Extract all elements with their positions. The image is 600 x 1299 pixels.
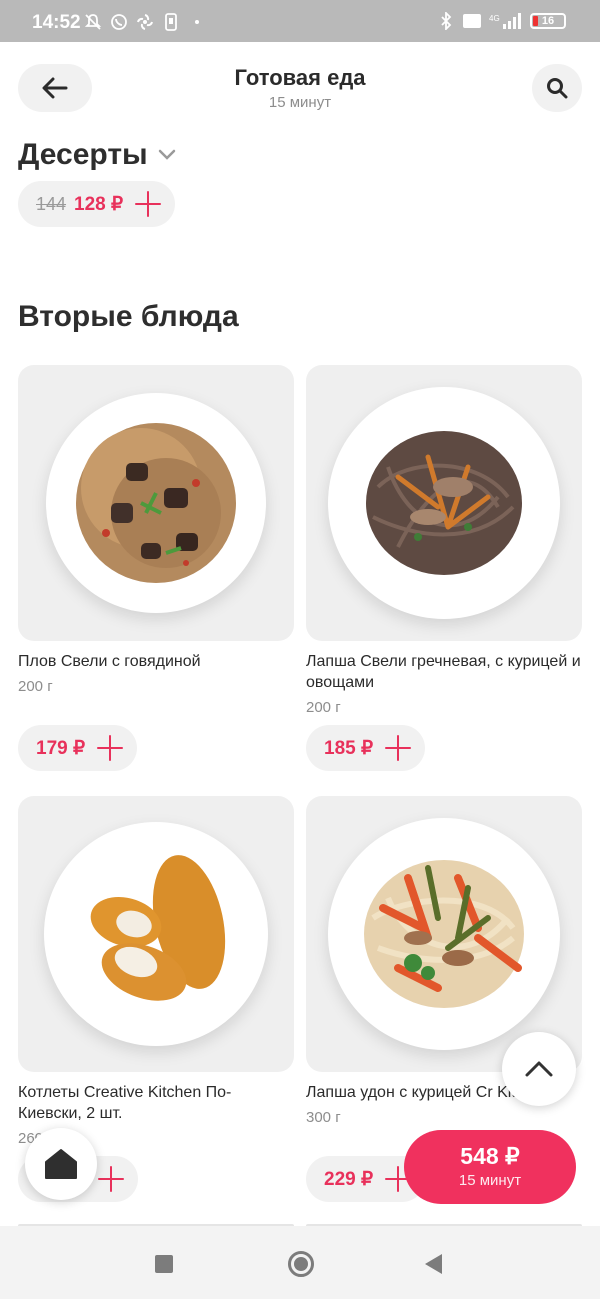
phone-icon bbox=[165, 13, 177, 31]
search-icon bbox=[547, 78, 568, 99]
mute-icon bbox=[84, 14, 102, 30]
cart-button[interactable]: 548 ₽ 15 минут bbox=[404, 1130, 576, 1204]
plus-icon bbox=[97, 735, 124, 761]
dessert-add-button[interactable]: 144 128 ₽ bbox=[18, 181, 176, 227]
status-bar: 14:52 4G 16 bbox=[0, 0, 600, 42]
status-right-icons: 4G 16 bbox=[437, 12, 566, 30]
cart-total: 548 ₽ bbox=[460, 1143, 520, 1169]
status-time: 14:52 bbox=[32, 12, 81, 33]
battery-level: 16 bbox=[541, 15, 555, 27]
price: 179 ₽ bbox=[36, 737, 86, 759]
product-card[interactable]: Лапша Свели гречневая, с курицей и овоща… bbox=[306, 365, 582, 716]
status-left-icons bbox=[84, 13, 206, 31]
category-dropdown[interactable]: Десерты bbox=[18, 138, 176, 172]
product-weight: 300 г bbox=[306, 1109, 341, 1126]
plus-icon bbox=[135, 191, 162, 217]
product-image[interactable] bbox=[18, 796, 294, 1072]
product-image[interactable] bbox=[306, 796, 582, 1072]
fan-icon bbox=[137, 14, 153, 30]
plate-image bbox=[46, 393, 266, 613]
whatsapp-icon bbox=[111, 14, 127, 30]
page-title: Готовая еда bbox=[234, 65, 366, 90]
plate-image bbox=[328, 818, 560, 1050]
dot-icon bbox=[195, 20, 199, 24]
chevron-up-icon bbox=[525, 1061, 553, 1077]
pilaf-image bbox=[76, 423, 236, 583]
plate-image bbox=[44, 822, 268, 1046]
cart-delivery-time: 15 минут bbox=[458, 1172, 522, 1189]
price: 185 ₽ bbox=[324, 737, 374, 759]
search-button[interactable] bbox=[532, 64, 582, 112]
section-title: Вторые блюда bbox=[18, 300, 239, 333]
plate-image bbox=[328, 387, 560, 619]
product-name: Лапша Свели гречневая, с курицей и овоща… bbox=[306, 653, 581, 691]
product-name: Плов Свели с говядиной bbox=[18, 653, 201, 670]
price: 229 ₽ bbox=[324, 1168, 374, 1190]
product-name: Котлеты Creative Kitchen По-Киевски, 2 ш… bbox=[18, 1084, 232, 1122]
add-to-cart-button[interactable]: 179 ₽ bbox=[18, 725, 138, 771]
product-weight: 200 г bbox=[18, 678, 53, 695]
product-card[interactable]: Плов Свели с говядиной 200 г bbox=[18, 365, 294, 695]
back-triangle-icon[interactable] bbox=[425, 1254, 442, 1274]
product-card[interactable]: Котлеты Creative Kitchen По-Киевски, 2 ш… bbox=[18, 796, 294, 1147]
add-to-cart-button[interactable]: 185 ₽ bbox=[306, 725, 426, 771]
product-weight: 200 г bbox=[306, 699, 341, 716]
back-button[interactable] bbox=[18, 64, 92, 112]
arrow-left-icon bbox=[42, 77, 68, 99]
old-price: 144 bbox=[36, 193, 67, 214]
category-title: Десерты bbox=[18, 138, 148, 171]
chevron-down-icon bbox=[158, 149, 175, 160]
delivery-time: 15 минут bbox=[268, 94, 332, 111]
noodles-image bbox=[366, 431, 522, 575]
udon-image bbox=[364, 860, 524, 1008]
recents-icon[interactable] bbox=[155, 1255, 173, 1273]
home-circle-icon[interactable] bbox=[288, 1251, 314, 1277]
product-image[interactable] bbox=[18, 365, 294, 641]
signal-icon: 4G bbox=[489, 13, 521, 29]
home-button[interactable] bbox=[25, 1128, 97, 1200]
product-image[interactable] bbox=[306, 365, 582, 641]
svg-text:4G: 4G bbox=[489, 14, 500, 23]
scroll-to-top-button[interactable] bbox=[502, 1032, 576, 1106]
plus-icon bbox=[385, 735, 412, 761]
price: 128 ₽ bbox=[74, 193, 124, 215]
battery-icon: 16 bbox=[530, 13, 566, 29]
bluetooth-icon bbox=[441, 12, 452, 30]
volte-icon bbox=[463, 14, 481, 28]
cutlets-image bbox=[90, 855, 226, 1001]
home-icon bbox=[45, 1149, 77, 1179]
plus-icon bbox=[98, 1166, 124, 1192]
system-nav-bar bbox=[0, 1226, 600, 1299]
